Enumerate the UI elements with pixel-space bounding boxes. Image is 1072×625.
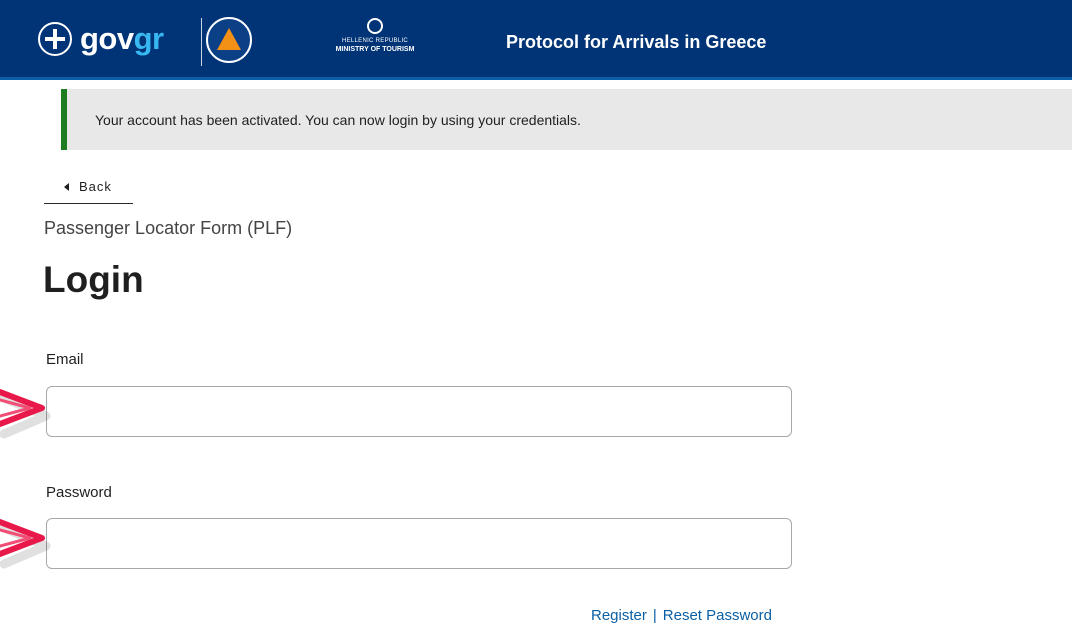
form-caption: Passenger Locator Form (PLF) <box>44 218 293 238</box>
email-field[interactable] <box>46 386 792 437</box>
site-header: govgr HELLENIC REPUBLIC MINISTRY OF TOUR… <box>0 0 1072 80</box>
gov-emblem-icon <box>38 22 72 56</box>
link-separator: | <box>652 607 657 624</box>
govgr-wordmark-gov: gov <box>80 21 134 56</box>
ministry-line-1: HELLENIC REPUBLIC <box>341 38 409 44</box>
ministry-seal-icon <box>367 18 383 34</box>
back-label: Back <box>79 179 112 194</box>
register-link[interactable]: Register <box>591 607 647 624</box>
ministry-of-tourism-logo: HELLENIC REPUBLIC MINISTRY OF TOURISM <box>325 18 425 54</box>
govgr-logo[interactable]: govgr <box>38 22 164 56</box>
annotation-arrow-icon <box>0 519 51 569</box>
header-title: Protocol for Arrivals in Greece <box>506 32 767 52</box>
password-field[interactable] <box>46 518 792 569</box>
civil-protection-logo-icon <box>206 17 252 63</box>
alert-message: Your account has been activated. You can… <box>95 111 581 128</box>
back-link[interactable]: Back <box>44 178 133 204</box>
govgr-wordmark: govgr <box>80 22 164 56</box>
account-links: Register | Reset Password <box>591 607 772 625</box>
page-title: Login <box>43 259 144 300</box>
ministry-line-2: MINISTRY OF TOURISM <box>335 46 415 53</box>
header-divider <box>201 18 202 66</box>
govgr-wordmark-gr: gr <box>133 21 165 56</box>
caret-left-icon <box>64 183 69 191</box>
success-alert: Your account has been activated. You can… <box>61 89 1072 150</box>
password-label: Password <box>46 484 112 501</box>
annotation-arrow-icon <box>0 389 51 439</box>
reset-password-link[interactable]: Reset Password <box>663 607 772 624</box>
email-label: Email <box>46 351 84 368</box>
